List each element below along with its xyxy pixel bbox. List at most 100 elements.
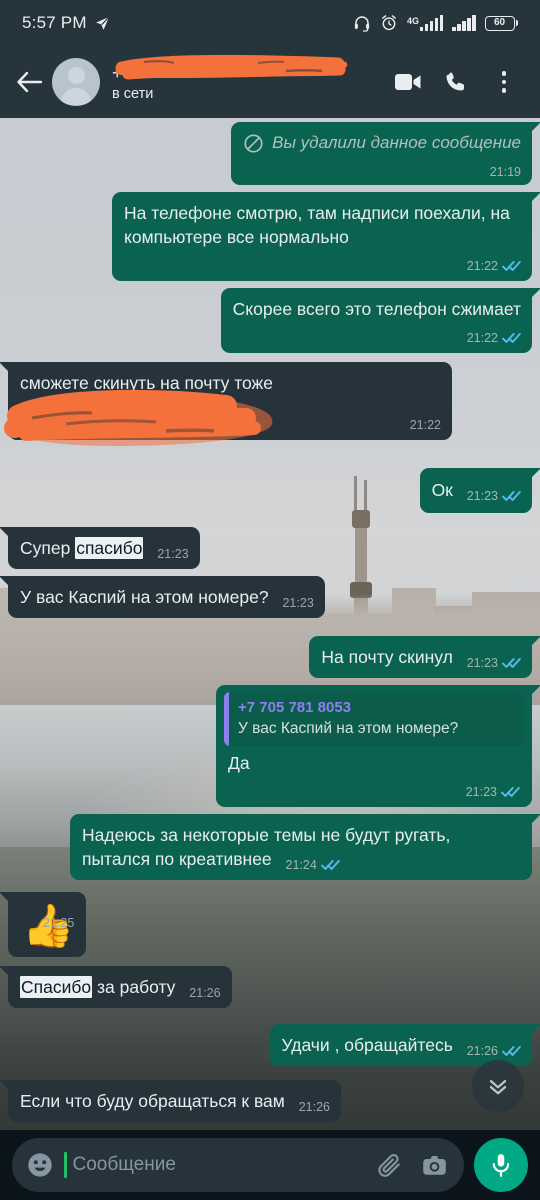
read-receipt-icon (501, 787, 520, 797)
phone-call-icon (446, 72, 464, 91)
message-time: 21:24 (285, 858, 317, 872)
blocked-circle-icon (244, 133, 263, 153)
message-row: +7 705 781 8053 У вас Каспий на этом ном… (8, 685, 540, 807)
status-bar-clock: 5:57 PM (22, 13, 87, 32)
quoted-message[interactable]: +7 705 781 8053 У вас Каспий на этом ном… (224, 692, 524, 746)
message-time: 21:23 (157, 547, 189, 561)
voice-call-button[interactable] (434, 60, 478, 104)
message-bubble[interactable]: На почту скинул 21:23 (309, 636, 540, 678)
contact-info[interactable]: +7 в сети (112, 54, 386, 103)
video-call-button[interactable] (386, 60, 430, 104)
message-bubble-selected[interactable]: Супер спасибо 21:23 (0, 527, 200, 569)
message-bubble[interactable]: Скорее всего это телефон сжимает 21:22 (220, 288, 540, 353)
message-meta: 21:19 (243, 160, 521, 184)
message-text: У вас Каспий на этом номере? (20, 587, 269, 607)
message-bubble[interactable]: Надеюсь за некоторые темы не будут ругат… (70, 814, 540, 880)
message-text: Скорее всего это телефон сжимает (232, 299, 521, 319)
message-row: Удачи , обращайтесь 21:26 (8, 1024, 540, 1066)
quote-text: У вас Каспий на этом номере? (238, 720, 459, 737)
deleted-message-content: Вы удалили данное сообщение (243, 131, 521, 155)
message-bubble[interactable]: Ок 21:23 (419, 468, 540, 513)
contact-name: +7 (112, 62, 133, 83)
message-input[interactable]: Сообщение (73, 1154, 367, 1176)
message-bubble-deleted[interactable]: Вы удалили данное сообщение 21:19 (231, 122, 540, 185)
message-row: На телефоне смотрю, там надписи поехали,… (8, 192, 540, 281)
chat-header: +7 в сети (0, 46, 540, 118)
headset-icon (354, 16, 370, 32)
microphone-icon (492, 1154, 510, 1177)
read-receipt-icon (502, 1046, 521, 1056)
message-row: Супер спасибо 21:23 (0, 527, 532, 569)
signal-bars-secondary-icon (452, 15, 476, 31)
voice-record-button[interactable] (474, 1138, 528, 1192)
message-row: Скорее всего это телефон сжимает 21:22 (8, 288, 540, 353)
message-text: Надеюсь за некоторые темы не будут ругат… (82, 825, 451, 869)
message-bubble[interactable]: На телефоне смотрю, там надписи поехали,… (112, 192, 540, 281)
message-text: Ок (431, 480, 453, 500)
read-receipt-icon (502, 491, 521, 501)
message-bubble-emoji[interactable]: 👍 21:25 (0, 892, 87, 957)
status-bar: 5:57 PM 4G 60 (0, 0, 540, 46)
message-bubble-redacted[interactable]: сможете скинуть на почту тоже 21:22 (0, 362, 452, 446)
paperclip-icon[interactable] (376, 1152, 403, 1179)
signal-bars-icon: 4G (407, 15, 443, 31)
message-row: 👍 21:25 (0, 892, 532, 957)
message-row: сможете скинуть на почту тоже 21:22 (0, 362, 532, 446)
message-time: 21:23 (466, 489, 498, 503)
alarm-clock-icon (382, 15, 396, 31)
message-list: Вы удалили данное сообщение 21:19 На тел… (0, 118, 540, 1130)
chat-body[interactable]: Вы удалили данное сообщение 21:19 На тел… (0, 118, 540, 1130)
message-text: Да (228, 753, 250, 773)
selected-text-highlight[interactable]: Спасибо (20, 976, 93, 998)
header-actions (386, 60, 526, 104)
message-bubble[interactable]: У вас Каспий на этом номере? 21:23 (0, 576, 325, 618)
message-meta: 21:23 (467, 484, 521, 508)
message-input-container[interactable]: Сообщение (12, 1138, 464, 1192)
text-cursor (64, 1152, 67, 1178)
message-meta: 21:23 (282, 591, 313, 615)
battery-level-label: 60 (493, 17, 506, 28)
message-time: 21:22 (466, 259, 498, 273)
message-row: На почту скинул 21:23 (8, 636, 540, 678)
camera-icon[interactable] (421, 1152, 448, 1179)
message-text: сможете скинуть на почту тоже (20, 373, 273, 393)
message-time: 21:26 (189, 986, 221, 1000)
message-row: Надеюсь за некоторые темы не будут ругат… (8, 814, 540, 880)
more-options-button[interactable] (482, 60, 526, 104)
message-time: 21:25 (43, 916, 75, 930)
message-row: Вы удалили данное сообщение 21:19 (8, 122, 540, 185)
back-arrow-icon (16, 71, 42, 93)
message-text: Удачи , обращайтесь (281, 1035, 453, 1055)
message-time: 21:23 (282, 596, 314, 610)
back-button[interactable] (8, 61, 50, 103)
message-meta: 21:23 (157, 542, 188, 566)
message-text: На почту скинул (321, 647, 453, 667)
video-call-icon (395, 74, 421, 90)
message-text: Если что буду обращаться к вам (20, 1091, 285, 1111)
scroll-to-bottom-button[interactable] (472, 1060, 524, 1112)
status-bar-left: 5:57 PM (22, 13, 111, 33)
read-receipt-icon (320, 860, 340, 870)
message-time: 21:19 (489, 165, 521, 179)
message-row: У вас Каспий на этом номере? 21:23 (0, 576, 532, 618)
message-bubble-selected[interactable]: Спасибо за работу 21:26 (0, 966, 232, 1008)
emoji-smiley-icon[interactable] (26, 1151, 54, 1179)
composer-bar: Сообщение (0, 1130, 540, 1200)
message-meta: 21:22 (124, 254, 521, 278)
message-text-after: за работу (92, 977, 176, 997)
message-row: Если что буду обращаться к вам 21:26 (0, 1080, 532, 1122)
read-receipt-icon (502, 333, 521, 343)
message-bubble-reply[interactable]: +7 705 781 8053 У вас Каспий на этом ном… (216, 685, 540, 807)
message-meta: 21:23 (224, 780, 524, 804)
quote-body: +7 705 781 8053 У вас Каспий на этом ном… (229, 692, 468, 746)
message-row: Ок 21:23 (8, 468, 540, 513)
message-time: 21:23 (465, 785, 497, 799)
message-time: 21:26 (298, 1100, 330, 1114)
avatar[interactable] (52, 58, 100, 106)
read-receipt-icon (502, 261, 521, 271)
message-bubble[interactable]: Если что буду обращаться к вам 21:26 (0, 1080, 341, 1122)
network-type-label: 4G (406, 16, 419, 26)
battery-icon: 60 (484, 15, 518, 31)
message-time: 21:22 (409, 418, 441, 432)
selected-text-highlight[interactable]: спасибо (75, 537, 144, 559)
